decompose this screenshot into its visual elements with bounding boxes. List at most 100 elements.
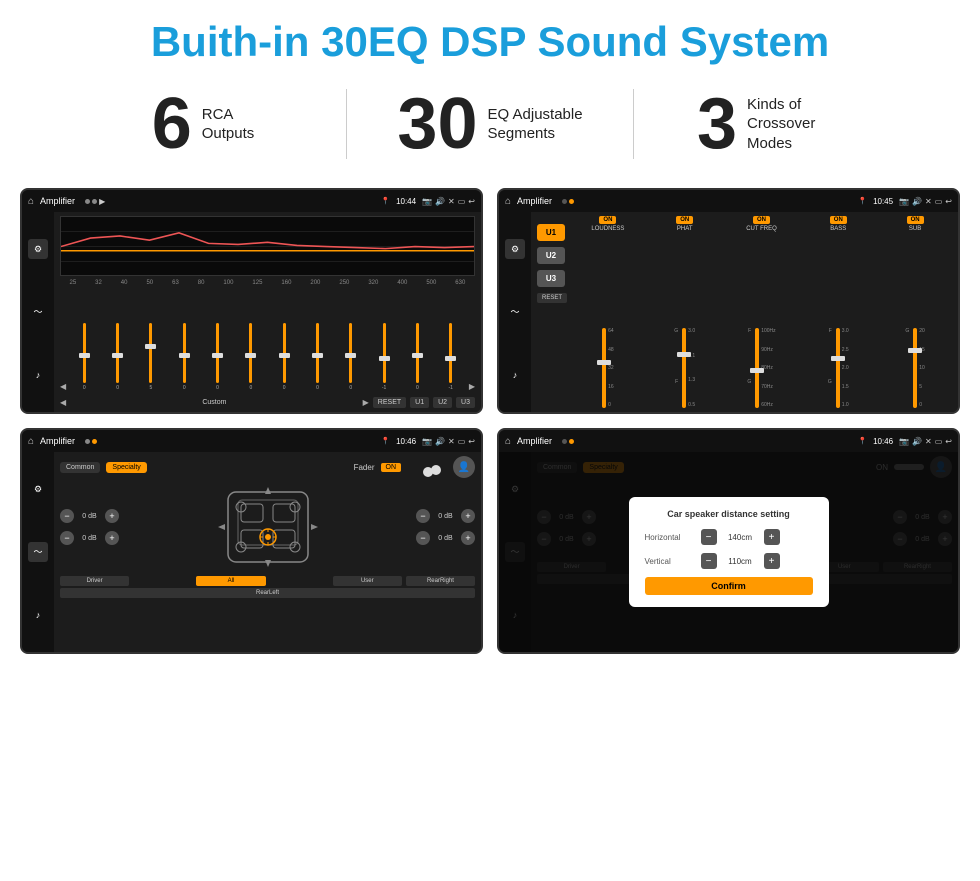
eq-main-panel: 25 32 40 50 63 80 100 125 160 200 250 32… [54,212,481,412]
u1-button[interactable]: U1 [537,224,565,241]
crossover-sidebar-speaker-icon[interactable]: ♪ [505,365,525,385]
eq-next[interactable]: ▶ [363,398,369,407]
fader-driver-btn[interactable]: Driver [60,576,129,586]
eq-slider-6[interactable]: 0 [236,323,266,391]
sub-on[interactable]: ON [907,216,924,224]
home-icon-4[interactable]: ⌂ [505,436,511,447]
confirm-button[interactable]: Confirm [645,577,813,595]
back-icon-4[interactable]: ↩ [945,437,952,446]
dialog-vertical-row: Vertical − 110cm + [645,553,813,569]
eq-sliders: ◀ 0 0 5 0 [60,288,475,393]
home-icon[interactable]: ⌂ [28,196,34,207]
home-icon-3[interactable]: ⌂ [28,436,34,447]
eq-slider-5[interactable]: 0 [202,323,232,391]
fader-bottom-buttons: Driver All User RearRight [60,576,475,586]
dialog-confirm-container: Confirm [645,577,813,595]
eq-slider-4[interactable]: 0 [169,323,199,391]
cutfreq-slider[interactable]: FG 100Hz90Hz80Hz70Hz60Hz [747,234,775,408]
crossover-screen: ⌂ Amplifier 📍 10:45 📷 🔊 ✕ ▭ ↩ ⚙ 〜 ♪ [497,188,960,414]
vertical-plus-btn[interactable]: + [764,553,780,569]
eq-slider-8[interactable]: 0 [302,323,332,391]
fader-second-row-buttons: RearLeft [60,588,475,598]
fader-minus-4[interactable]: − [416,531,430,545]
eq-slider-7[interactable]: 0 [269,323,299,391]
eq-slider-1[interactable]: 0 [69,323,99,391]
eq-u3-btn[interactable]: U3 [456,397,475,408]
fader-minus-1[interactable]: − [60,509,74,523]
stats-row: 6 RCAOutputs 30 EQ AdjustableSegments 3 … [0,76,980,178]
crossover-sidebar-filter-icon[interactable]: ⚙ [505,239,525,259]
loudness-on[interactable]: ON [599,216,616,224]
eq-slider-9[interactable]: 0 [336,323,366,391]
close-icon-4[interactable]: ✕ [925,437,932,446]
horizontal-plus-btn[interactable]: + [764,529,780,545]
horizontal-minus-btn[interactable]: − [701,529,717,545]
fader-plus-3[interactable]: + [461,509,475,523]
phat-on[interactable]: ON [676,216,693,224]
fader-plus-4[interactable]: + [461,531,475,545]
bass-label: BASS [830,226,846,232]
stat-crossover-number: 3 [697,88,737,160]
freq-160: 160 [281,280,291,286]
eq-sidebar-filter-icon[interactable]: ⚙ [28,239,48,259]
fader-minus-3[interactable]: − [416,509,430,523]
tab-common[interactable]: Common [60,462,100,473]
back-icon-3[interactable]: ↩ [468,437,475,446]
sub-g-labels: G [905,328,909,408]
fader-vol-row-3: − 0 dB + [416,509,475,523]
back-icon[interactable]: ↩ [468,197,475,206]
eq-arrow-left[interactable]: ◀ [60,382,66,391]
tab-specialty[interactable]: Specialty [106,462,146,473]
eq-prev[interactable]: ◀ [60,398,66,407]
fader-rearleft-btn[interactable]: RearLeft [60,588,475,598]
horizontal-value: 140cm [723,533,758,542]
close-icon[interactable]: ✕ [448,197,455,206]
u2-button[interactable]: U2 [537,247,565,264]
channel-loudness: ON LOUDNESS 644832160 [571,216,645,408]
eq-sidebar-wave-icon[interactable]: 〜 [28,302,48,322]
fader-minus-2[interactable]: − [60,531,74,545]
close-icon-3[interactable]: ✕ [448,437,455,446]
fader-sidebar-speaker-icon[interactable]: ♪ [28,605,48,625]
sub-slider[interactable]: G 20151050 [905,234,924,408]
eq-slider-10[interactable]: -1 [369,323,399,391]
eq-sidebar-speaker-icon[interactable]: ♪ [28,365,48,385]
vertical-minus-btn[interactable]: − [701,553,717,569]
crossover-reset-btn[interactable]: RESET [537,293,567,303]
fader-plus-2[interactable]: + [105,531,119,545]
u3-button[interactable]: U3 [537,270,565,287]
camera-icon-3: 📷 [422,437,432,446]
loudness-slider[interactable]: 644832160 [602,234,614,408]
eq-slider-2[interactable]: 0 [102,323,132,391]
back-icon-2[interactable]: ↩ [945,197,952,206]
home-icon-2[interactable]: ⌂ [505,196,511,207]
cutfreq-on[interactable]: ON [753,216,770,224]
phat-slider[interactable]: GF 3.02.11.30.5 [674,234,695,408]
eq-arrow-right[interactable]: ▶ [469,382,475,391]
fader-all-btn[interactable]: All [196,576,265,586]
eq-u1-btn[interactable]: U1 [410,397,429,408]
eq-u2-btn[interactable]: U2 [433,397,452,408]
eq-screen-title: Amplifier [40,196,75,206]
eq-graph [60,216,475,276]
fader-on-button[interactable]: ON [381,463,402,472]
fader-val-3: 0 dB [433,513,458,520]
bass-on[interactable]: ON [830,216,847,224]
eq-reset-btn[interactable]: RESET [373,397,406,408]
freq-63: 63 [172,280,179,286]
eq-slider-3[interactable]: 5 [136,323,166,391]
fader-plus-1[interactable]: + [105,509,119,523]
fader-sidebar-filter-icon[interactable]: ⚙ [28,479,48,499]
fader-user-btn[interactable]: User [333,576,402,586]
eq-bottom-bar: ◀ Custom ▶ RESET U1 U2 U3 [60,397,475,408]
eq-slider-11[interactable]: 0 [402,323,432,391]
bass-fg-labels: FG [828,328,832,408]
fader-sidebar-wave-icon[interactable]: 〜 [28,542,48,562]
eq-slider-12[interactable]: -1 [436,323,466,391]
u-buttons-group: U1 U2 U3 RESET [537,216,567,408]
close-icon-2[interactable]: ✕ [925,197,932,206]
crossover-sidebar-wave-icon[interactable]: 〜 [505,302,525,322]
bass-slider[interactable]: FG 3.02.52.01.51.0 [828,234,849,408]
fader-topbar: ⌂ Amplifier 📍 10:46 📷 🔊 ✕ ▭ ↩ [22,430,481,452]
fader-rearright-btn[interactable]: RearRight [406,576,475,586]
